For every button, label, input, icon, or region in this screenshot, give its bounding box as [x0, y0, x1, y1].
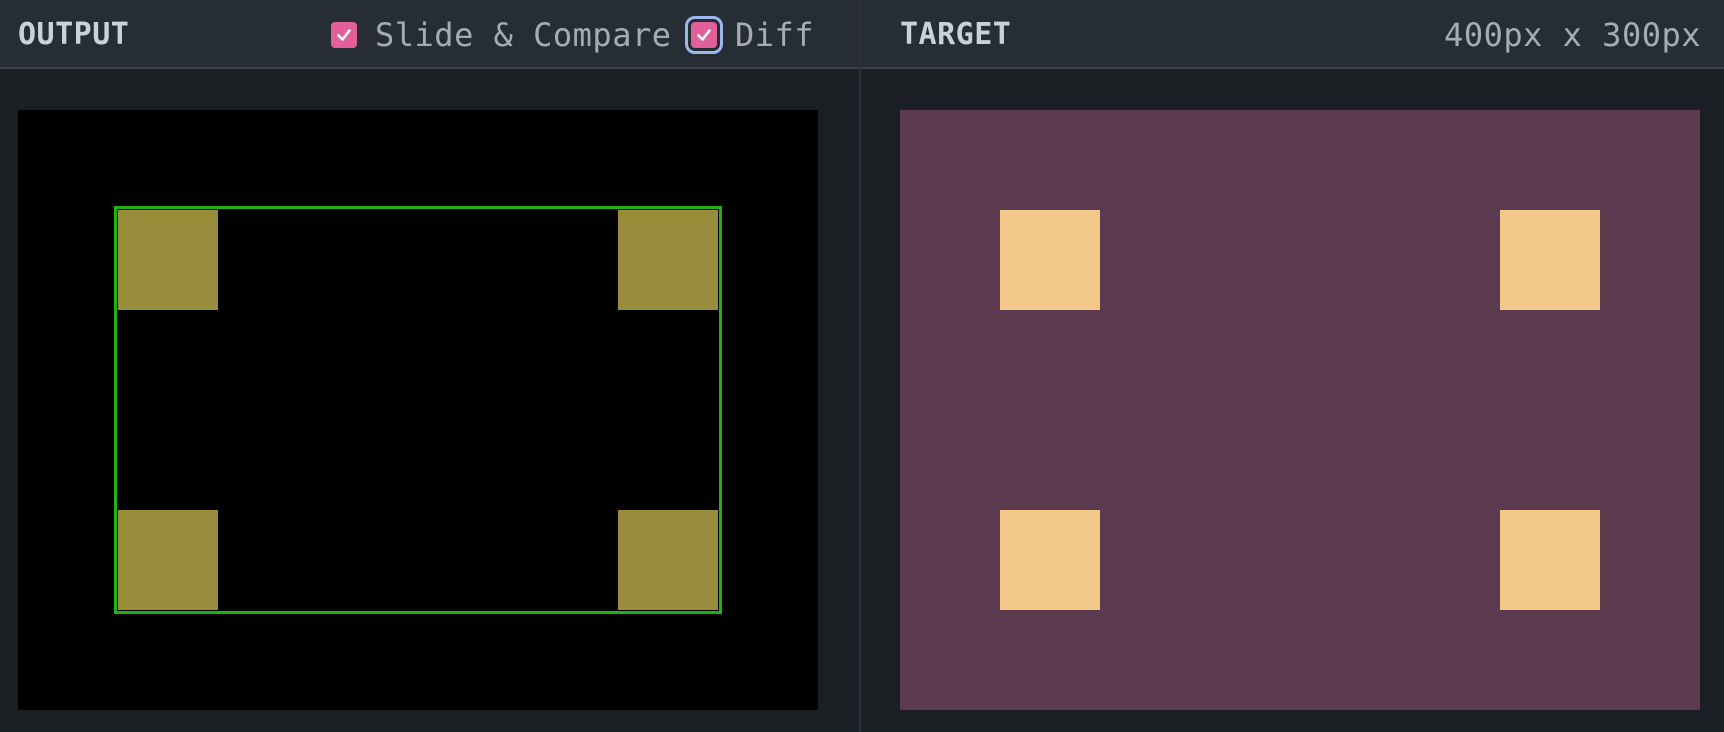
diff-checkbox[interactable] — [685, 16, 723, 54]
slide-compare-label: Slide & Compare — [375, 16, 672, 54]
diff-label: Diff — [735, 16, 815, 54]
output-title: OUTPUT — [18, 17, 130, 52]
output-diff-outline — [114, 206, 722, 614]
diff-toggle[interactable]: Diff — [685, 16, 815, 54]
slide-compare-checkbox[interactable] — [331, 22, 357, 48]
target-canvas — [900, 110, 1700, 710]
target-square-bottom-left — [1000, 510, 1100, 610]
check-icon — [337, 29, 351, 41]
target-header: TARGET 400px x 300px — [861, 0, 1724, 69]
target-pane: TARGET 400px x 300px — [861, 0, 1724, 732]
target-dimensions: 400px x 300px — [1444, 16, 1701, 54]
target-square-bottom-right — [1500, 510, 1600, 610]
output-canvas[interactable] — [18, 110, 818, 710]
output-header: OUTPUT Slide & Compare Diff — [0, 0, 859, 69]
output-pane: OUTPUT Slide & Compare Diff — [0, 0, 859, 732]
css-battle-app: OUTPUT Slide & Compare Diff TARGET 400px… — [0, 0, 1724, 732]
target-square-top-right — [1500, 210, 1600, 310]
target-title: TARGET — [900, 17, 1012, 52]
slide-compare-toggle[interactable]: Slide & Compare — [331, 17, 671, 53]
target-square-top-left — [1000, 210, 1100, 310]
check-icon — [697, 29, 711, 41]
